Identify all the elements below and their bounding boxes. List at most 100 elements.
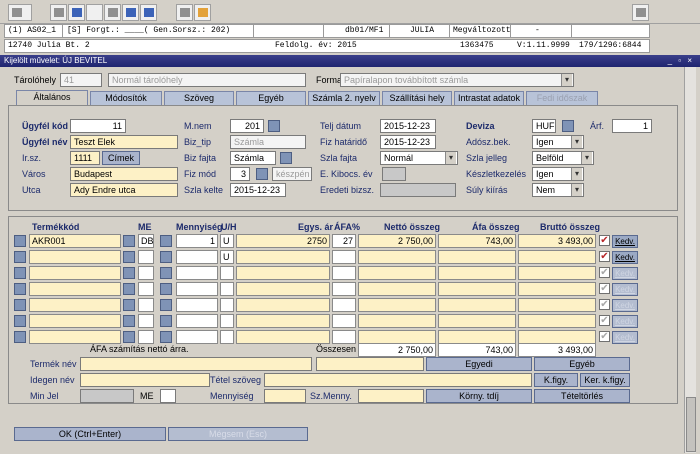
cell-egysar[interactable]: 2750 xyxy=(236,234,330,248)
cell-termekkod[interactable] xyxy=(29,330,121,344)
cell-netto[interactable] xyxy=(358,314,436,328)
cell-netto[interactable]: 2 750,00 xyxy=(358,234,436,248)
cell-afa[interactable] xyxy=(332,250,356,264)
mail-icon[interactable] xyxy=(176,4,193,21)
tab-altalanos[interactable]: Általános xyxy=(16,90,88,105)
szlafajta-select[interactable]: Normál xyxy=(380,151,458,165)
cell-egysar[interactable] xyxy=(236,266,330,280)
kedv-button[interactable]: Kedv. xyxy=(612,283,638,296)
cell-uh[interactable] xyxy=(220,282,234,296)
cell-afaosszeg[interactable] xyxy=(438,250,516,264)
cell-brutto[interactable] xyxy=(518,250,596,264)
tab-szoveg[interactable]: Szöveg xyxy=(164,91,234,105)
me-lookup-button[interactable] xyxy=(123,235,135,247)
fizmod-field[interactable]: 3 xyxy=(230,167,250,181)
cell-egysar[interactable] xyxy=(236,282,330,296)
vertical-scrollbar[interactable] xyxy=(684,67,696,453)
cell-me[interactable] xyxy=(138,314,154,328)
cell-uh[interactable] xyxy=(220,314,234,328)
print-settings-icon[interactable] xyxy=(68,4,85,21)
tab-szamla-2-nyelv[interactable]: Számla 2. nyelv xyxy=(308,91,380,105)
blank-icon[interactable] xyxy=(86,4,103,21)
tab-modositok[interactable]: Módosítók xyxy=(90,91,162,105)
row-checkbox[interactable]: ✔ xyxy=(599,267,610,278)
cimek-button[interactable]: Címek xyxy=(102,151,140,165)
biztip-field[interactable]: Számla xyxy=(230,135,306,149)
egyeb-button[interactable]: Egyéb xyxy=(534,357,630,371)
szlakelte-field[interactable]: 2015-12-23 xyxy=(230,183,286,197)
cell-me[interactable] xyxy=(138,266,154,280)
row-checkbox[interactable]: ✔ xyxy=(599,235,610,246)
cell-afa[interactable] xyxy=(332,282,356,296)
mennyiseg-lookup-button[interactable] xyxy=(160,315,172,327)
szmenny-field[interactable] xyxy=(358,389,424,403)
mennyiseg-lookup-button[interactable] xyxy=(160,267,172,279)
cell-afaosszeg[interactable] xyxy=(438,330,516,344)
cell-termekkod[interactable] xyxy=(29,282,121,296)
cell-netto[interactable] xyxy=(358,266,436,280)
mennyiseg-lookup-button[interactable] xyxy=(160,299,172,311)
kedv-button[interactable]: Kedv. xyxy=(612,251,638,264)
cell-egysar[interactable] xyxy=(236,298,330,312)
scroll-thumb[interactable] xyxy=(686,397,696,452)
close-icon[interactable] xyxy=(632,4,649,21)
row-selector-button[interactable] xyxy=(14,235,26,247)
edit-icon[interactable] xyxy=(8,4,32,21)
kornytdij-button[interactable]: Körny. tdíj xyxy=(426,389,532,403)
forma-select[interactable]: Papíralapon továbbított számla xyxy=(340,73,574,87)
cell-uh[interactable]: U xyxy=(220,250,234,264)
sulykiiratas-select[interactable]: Nem xyxy=(532,183,584,197)
ugyfel-kod-field[interactable]: 11 xyxy=(70,119,126,133)
row-selector-button[interactable] xyxy=(14,315,26,327)
fizmod-text-field[interactable]: készpén xyxy=(272,167,312,181)
cell-netto[interactable] xyxy=(358,298,436,312)
mennyiseg-field[interactable] xyxy=(264,389,306,403)
cell-afaosszeg[interactable]: 743,00 xyxy=(438,234,516,248)
cell-afa[interactable] xyxy=(332,266,356,280)
cell-brutto[interactable]: 3 493,00 xyxy=(518,234,596,248)
me-field[interactable] xyxy=(160,389,176,403)
cell-termekkod[interactable] xyxy=(29,266,121,280)
szlajelleg-select[interactable]: Belföld xyxy=(532,151,594,165)
kerkfigy-button[interactable]: Ker. k.figy. xyxy=(580,373,630,387)
cell-mennyiseg[interactable] xyxy=(176,314,218,328)
termeknev-extra-field[interactable] xyxy=(316,357,424,371)
cell-mennyiseg[interactable] xyxy=(176,282,218,296)
egyedi-button[interactable]: Egyedi xyxy=(426,357,532,371)
kedv-button[interactable]: Kedv. xyxy=(612,235,638,248)
deviza-lookup-button[interactable] xyxy=(562,120,574,132)
me-lookup-button[interactable] xyxy=(123,299,135,311)
row-selector-button[interactable] xyxy=(14,299,26,311)
cell-me[interactable] xyxy=(138,298,154,312)
cell-brutto[interactable] xyxy=(518,266,596,280)
cell-afa[interactable] xyxy=(332,314,356,328)
deviza-field[interactable]: HUF xyxy=(532,119,556,133)
cell-termekkod[interactable] xyxy=(29,314,121,328)
kedv-button[interactable]: Kedv. xyxy=(612,315,638,328)
me-lookup-button[interactable] xyxy=(123,267,135,279)
teljdatum-field[interactable]: 2015-12-23 xyxy=(380,119,436,133)
cell-afa[interactable]: 27 xyxy=(332,234,356,248)
cell-termekkod[interactable]: AKR001 xyxy=(29,234,121,248)
cell-brutto[interactable] xyxy=(518,330,596,344)
bizfajta-field[interactable]: Számla xyxy=(230,151,276,165)
row-checkbox[interactable]: ✔ xyxy=(599,315,610,326)
cell-mennyiseg[interactable] xyxy=(176,266,218,280)
eredetibizsz-field[interactable] xyxy=(380,183,456,197)
mnem-field[interactable]: 201 xyxy=(230,119,264,133)
keszletkezeles-select[interactable]: Igen xyxy=(532,167,584,181)
ugyfel-nev-field[interactable]: Teszt Elek xyxy=(70,135,178,149)
arf-field[interactable]: 1 xyxy=(612,119,652,133)
cell-mennyiseg[interactable] xyxy=(176,330,218,344)
mennyiseg-lookup-button[interactable] xyxy=(160,331,172,343)
kfigy-button[interactable]: K.figy. xyxy=(534,373,578,387)
cell-mennyiseg[interactable] xyxy=(176,250,218,264)
cell-uh[interactable] xyxy=(220,298,234,312)
tarolohely-name-field[interactable]: Normál tárolóhely xyxy=(108,73,306,87)
cell-afaosszeg[interactable] xyxy=(438,282,516,296)
adoszbek-select[interactable]: Igen xyxy=(532,135,584,149)
export-icon[interactable] xyxy=(194,4,211,21)
row-selector-button[interactable] xyxy=(14,331,26,343)
tab-szallitasi-hely[interactable]: Szállítási hely xyxy=(382,91,452,105)
cell-egysar[interactable] xyxy=(236,314,330,328)
